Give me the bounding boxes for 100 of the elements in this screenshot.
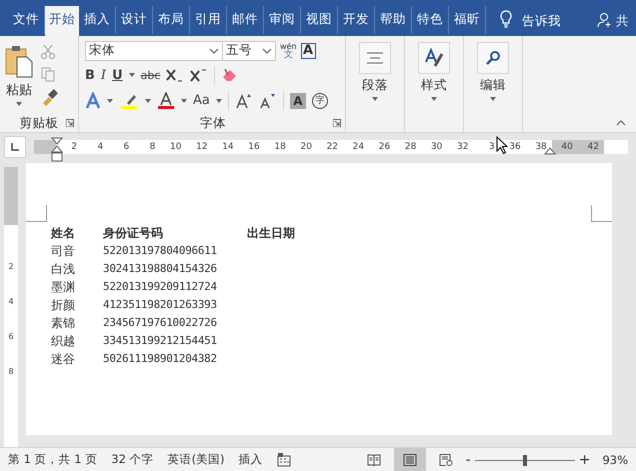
ribbon-tab[interactable]: 引用 xyxy=(190,6,227,34)
ruler-number: 20 xyxy=(299,142,313,152)
ribbon-tab[interactable]: 特色 xyxy=(412,6,449,34)
crop-mark xyxy=(591,205,612,222)
ruler-number: 22 xyxy=(326,142,340,152)
ruler-number: 6 xyxy=(8,331,14,343)
table-cell-text: 迷谷 xyxy=(51,351,76,367)
table-cell-text: 234567197610022726 xyxy=(103,315,218,331)
ruler-number: 8 xyxy=(8,366,14,378)
table-cell-text: 折颜 xyxy=(51,297,76,313)
caret-icon[interactable] xyxy=(128,73,135,78)
share-button[interactable]: 共 xyxy=(616,6,629,36)
indent-marker-icon[interactable] xyxy=(51,137,63,163)
ruler-number: 40 xyxy=(552,140,578,154)
caret-icon[interactable] xyxy=(145,98,151,103)
ruler-number: 38 xyxy=(534,142,548,152)
caret-icon[interactable] xyxy=(107,98,113,103)
zoom-level[interactable]: 93% xyxy=(602,452,628,466)
ribbon-tab[interactable]: 审阅 xyxy=(264,6,301,34)
table-cell-text: 522013197804096611 xyxy=(103,243,218,259)
tab-stop-selector[interactable] xyxy=(4,136,26,158)
italic-button[interactable]: I xyxy=(100,68,106,83)
phonetic-guide-button[interactable]: wén 文 xyxy=(280,42,297,60)
ribbon-tab[interactable]: 插入 xyxy=(79,6,116,34)
ruler-number: 32 xyxy=(456,142,470,152)
ribbon-tab[interactable]: 邮件 xyxy=(227,6,264,34)
ruler-number: 2 xyxy=(8,261,14,273)
group-label: 剪贴板 xyxy=(20,114,58,132)
clipboard-icon xyxy=(4,44,34,78)
grow-font-icon[interactable] xyxy=(234,92,253,109)
character-shading-button[interactable]: A xyxy=(290,92,306,109)
superscript-icon[interactable] xyxy=(190,68,208,82)
ruler-number: 10 xyxy=(169,142,182,152)
caret-icon xyxy=(372,97,378,101)
user-add-icon xyxy=(597,12,613,28)
ribbon-tab[interactable]: 开发 xyxy=(338,6,375,34)
ruler-number: 36 xyxy=(508,142,522,152)
dialog-launcher-icon[interactable] xyxy=(333,119,341,127)
ruler-number: 12 xyxy=(195,142,209,152)
chevron-down-icon xyxy=(209,48,219,54)
dialog-launcher-icon[interactable] xyxy=(66,119,74,127)
group-label: 字体 xyxy=(200,114,226,132)
caret-icon xyxy=(431,97,437,101)
table-cell-text: 302413198804154326 xyxy=(103,261,218,277)
bold-button[interactable]: B xyxy=(85,68,95,83)
font-color-icon[interactable] xyxy=(157,92,175,110)
ruler-number: 30 xyxy=(430,142,444,152)
lightbulb-icon xyxy=(500,10,512,28)
ribbon-tab[interactable]: 布局 xyxy=(153,6,190,34)
change-case-button[interactable]: Aa xyxy=(193,93,210,108)
font-size-dropdown[interactable]: 五号 xyxy=(222,40,276,61)
shrink-font-icon[interactable] xyxy=(258,92,277,109)
insert-mode[interactable]: 插入 xyxy=(238,452,263,467)
caret-icon[interactable] xyxy=(181,98,187,103)
caret-icon xyxy=(16,102,22,106)
ruler-number: 6 xyxy=(122,142,130,152)
cut-icon[interactable] xyxy=(40,44,56,60)
align-center-icon xyxy=(366,52,384,64)
table-cell-text: 522013199209112724 xyxy=(103,279,218,295)
crop-mark xyxy=(26,205,47,222)
ribbon-tab[interactable]: 福昕 xyxy=(449,6,486,34)
ribbon-tab[interactable]: 设计 xyxy=(116,6,153,34)
character-border-button[interactable]: A xyxy=(300,42,316,59)
table-cell-text: 织越 xyxy=(51,333,76,349)
underline-button[interactable]: U xyxy=(112,68,123,83)
table-cell-text: 白浅 xyxy=(51,261,76,277)
paste-button[interactable]: 粘贴 xyxy=(4,40,34,114)
collapse-ribbon-icon[interactable] xyxy=(616,120,626,126)
zoom-slider[interactable] xyxy=(474,454,575,466)
ruler-number: 26 xyxy=(378,142,392,152)
caret-icon xyxy=(490,97,496,101)
text-effects-icon[interactable] xyxy=(85,92,101,110)
ruler-number: 24 xyxy=(352,142,366,152)
caret-icon[interactable] xyxy=(216,98,222,103)
ruler-number: 3 xyxy=(488,142,496,152)
language-indicator[interactable]: 英语(美国) xyxy=(168,452,225,467)
chevron-down-icon xyxy=(262,48,272,54)
table-cell-text: 502611198901204382 xyxy=(103,351,218,367)
enclose-characters-button[interactable]: 字 xyxy=(312,92,328,109)
zoom-in-button[interactable]: + xyxy=(578,452,590,468)
view-button[interactable] xyxy=(394,448,426,471)
font-name-dropdown[interactable]: 宋体 xyxy=(85,40,223,61)
ruler-number: 16 xyxy=(247,142,261,152)
ribbon-tab[interactable]: 帮助 xyxy=(375,6,412,34)
zoom-out-button[interactable]: - xyxy=(466,452,471,468)
ruler-number: 28 xyxy=(404,142,418,152)
strikethrough-button[interactable]: abc xyxy=(140,68,160,82)
tell-me-search[interactable]: 告诉我 xyxy=(522,6,561,36)
macro-record-icon[interactable] xyxy=(276,452,291,466)
word-count[interactable]: 32 个字 xyxy=(111,452,154,467)
ruler-margin xyxy=(4,167,18,225)
left-tab-icon xyxy=(11,143,19,151)
ruler-number: 14 xyxy=(221,142,235,152)
ribbon-tab[interactable]: 视图 xyxy=(301,6,338,34)
page-count[interactable]: 第 1 页，共 1 页 xyxy=(8,452,98,467)
subscript-icon[interactable] xyxy=(166,68,184,82)
ruler-number: 4 xyxy=(8,296,14,308)
page-icon xyxy=(402,454,417,466)
ribbon-tab[interactable]: 开始 xyxy=(45,6,79,36)
ruler-number: 4 xyxy=(96,142,104,152)
